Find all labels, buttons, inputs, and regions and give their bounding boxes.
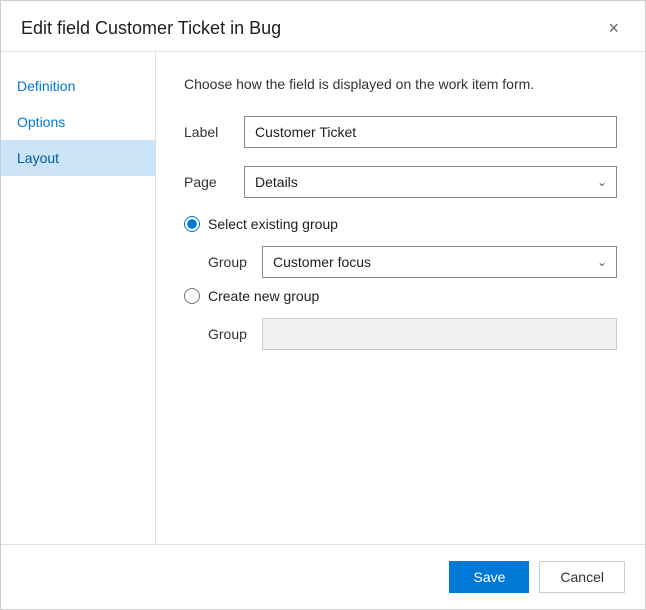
sidebar-item-options[interactable]: Options [1,104,155,140]
select-existing-label[interactable]: Select existing group [208,216,338,232]
dialog-title: Edit field Customer Ticket in Bug [21,18,281,39]
select-existing-row: Select existing group [184,216,617,232]
group-select[interactable]: Customer focus [262,246,617,278]
select-existing-radio[interactable] [184,216,200,232]
page-select-wrapper: Details ⌄ [244,166,617,198]
form-description: Choose how the field is displayed on the… [184,76,617,92]
group-new-input [262,318,617,350]
page-field-label: Page [184,174,244,190]
radio-section: Select existing group Group Customer foc… [184,216,617,350]
save-button[interactable]: Save [449,561,529,593]
dialog-footer: Save Cancel [1,544,645,609]
group-select-wrapper: Customer focus ⌄ [262,246,617,278]
page-select[interactable]: Details [244,166,617,198]
dialog-header: Edit field Customer Ticket in Bug × [1,1,645,52]
group-new-label: Group [208,326,262,342]
sidebar-item-layout[interactable]: Layout [1,140,155,176]
edit-field-dialog: Edit field Customer Ticket in Bug × Defi… [0,0,646,610]
page-row: Page Details ⌄ [184,166,617,198]
dialog-body: Definition Options Layout Choose how the… [1,52,645,544]
sidebar-item-definition[interactable]: Definition [1,68,155,104]
cancel-button[interactable]: Cancel [539,561,625,593]
sidebar: Definition Options Layout [1,52,156,544]
create-new-label[interactable]: Create new group [208,288,319,304]
main-content: Choose how the field is displayed on the… [156,52,645,544]
create-new-row: Create new group [184,288,617,304]
label-row: Label [184,116,617,148]
close-button[interactable]: × [602,17,625,39]
group-existing-label: Group [208,254,262,270]
group-new-row: Group [208,318,617,350]
label-field-label: Label [184,124,244,140]
create-new-radio[interactable] [184,288,200,304]
label-input[interactable] [244,116,617,148]
group-existing-row: Group Customer focus ⌄ [208,246,617,278]
